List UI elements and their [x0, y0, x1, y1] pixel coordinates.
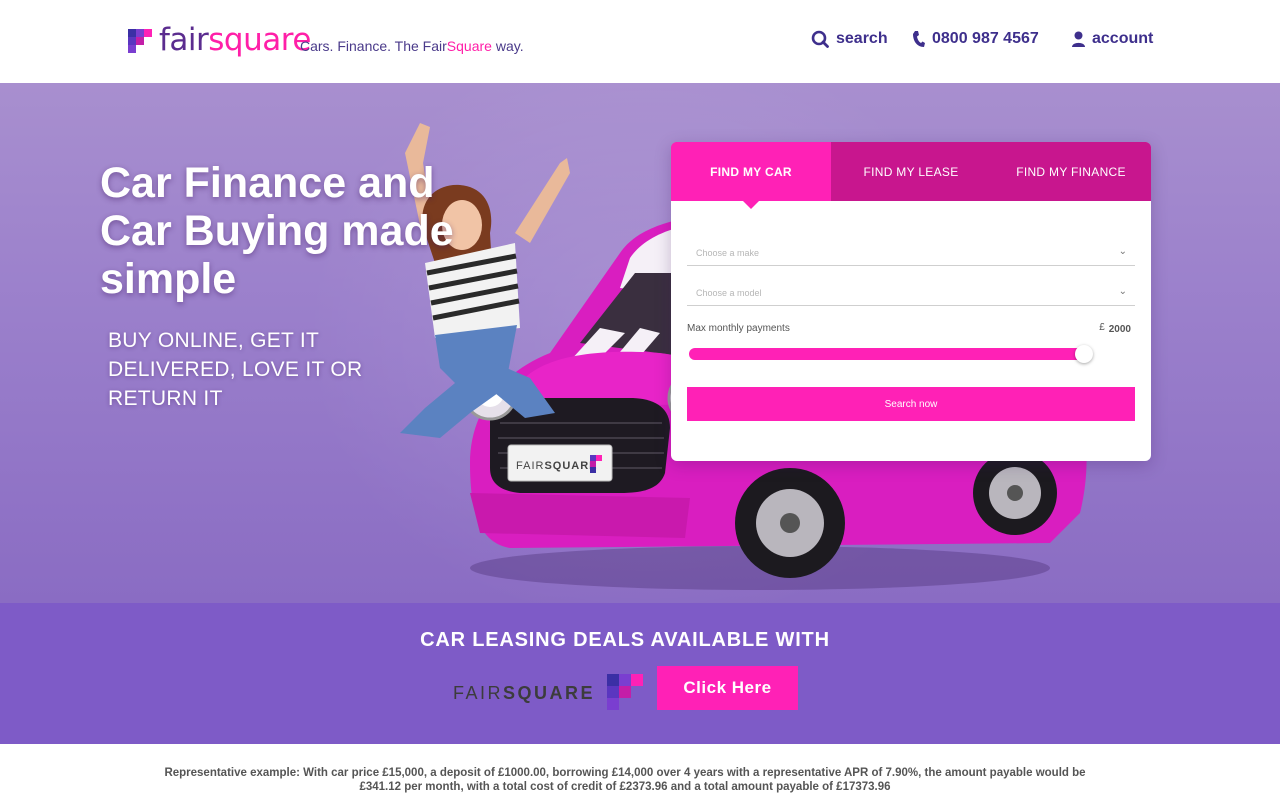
budget-label: Max monthly payments — [687, 323, 790, 334]
tagline-prefix: Cars. Finance. The Fair — [300, 38, 447, 54]
search-icon — [811, 30, 829, 48]
make-select-placeholder: Choose a make — [696, 248, 760, 258]
chevron-down-icon: ⌄ — [1118, 286, 1127, 297]
click-here-button[interactable]: Click Here — [657, 666, 798, 710]
tab-find-my-car[interactable]: FIND MY CAR — [671, 142, 831, 209]
tagline-highlight: Square — [446, 38, 492, 54]
svg-text:FAIRSQUARE: FAIRSQUARE — [516, 460, 598, 472]
make-select[interactable]: Choose a make ⌄ — [687, 242, 1135, 266]
tagline: Cars. Finance. The FairSquare way. — [300, 38, 524, 54]
leasing-banner: CAR LEASING DEALS AVAILABLE WITH FAIR SQU… — [0, 603, 1280, 744]
logo-square-text: square — [208, 22, 311, 58]
car-finder-panel: FIND MY CAR FIND MY LEASE FIND MY FINANC… — [671, 142, 1151, 461]
chevron-down-icon: ⌄ — [1118, 246, 1127, 257]
hero-subtitle: BUY ONLINE, GET IT DELIVERED, LOVE IT OR… — [108, 329, 363, 410]
banner-logo-square: SQUARE — [503, 682, 596, 703]
user-icon — [1072, 31, 1085, 47]
nav-account-link[interactable]: account — [1072, 30, 1153, 48]
model-select-placeholder: Choose a model — [696, 288, 762, 298]
representative-example-disclaimer: Representative example: With car price £… — [164, 767, 1086, 793]
budget-slider[interactable] — [689, 345, 1093, 363]
budget-value: 2000 — [1108, 324, 1131, 335]
nav-account-label: account — [1092, 30, 1154, 47]
nav-search-link[interactable]: search — [811, 30, 888, 48]
finder-tabs: FIND MY CAR FIND MY LEASE FIND MY FINANC… — [671, 142, 1151, 209]
banner-fairsquare-logo: FAIR SQUARE — [453, 674, 645, 712]
phone-icon — [913, 31, 925, 47]
budget-slider-fill — [689, 348, 1084, 360]
site-header: fairsquare Cars. Finance. The FairSquare… — [0, 0, 1280, 83]
model-select[interactable]: Choose a model ⌄ — [687, 282, 1135, 306]
nav-search-label: search — [836, 30, 888, 47]
tab-find-my-lease[interactable]: FIND MY LEASE — [831, 142, 991, 201]
leasing-banner-title: CAR LEASING DEALS AVAILABLE WITH — [420, 629, 830, 651]
logo-wordmark: fairsquare — [159, 25, 311, 56]
tab-find-my-finance[interactable]: FIND MY FINANCE — [991, 142, 1151, 201]
hero-section: FAIRSQUARE Car Finance and Car Buying ma… — [0, 83, 1280, 603]
plate-fair-text: FAIR — [516, 460, 544, 472]
tagline-suffix: way. — [491, 38, 524, 54]
banner-logo-fair: FAIR — [453, 682, 504, 703]
nav-phone-link[interactable]: 0800 987 4567 — [912, 30, 1039, 48]
fairsquare-logo[interactable]: fairsquare — [128, 25, 311, 56]
budget-value-display: £2000 — [1099, 322, 1131, 335]
nav-phone-label: 0800 987 4567 — [932, 30, 1039, 47]
budget-slider-handle[interactable] — [1075, 345, 1093, 363]
fairsquare-logo-mark-icon — [128, 29, 153, 54]
logo-fair-text: fair — [159, 22, 209, 58]
hero-title: Car Finance and Car Buying made simple — [100, 159, 454, 303]
search-now-button[interactable]: Search now — [687, 387, 1135, 421]
currency-symbol: £ — [1099, 322, 1105, 333]
plate-square-text: SQUARE — [544, 460, 597, 472]
fairsquare-mark-icon — [607, 674, 645, 712]
